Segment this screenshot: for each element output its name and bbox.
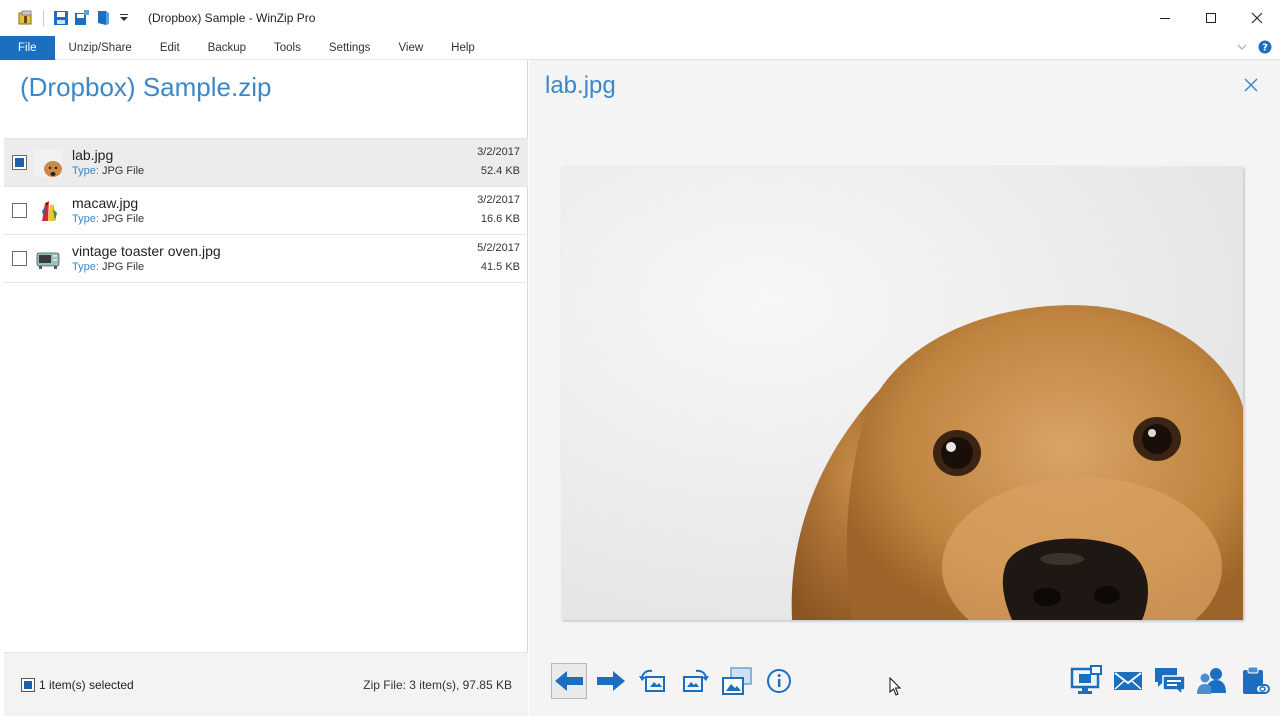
im-share-icon: [1155, 668, 1186, 697]
help-icon[interactable]: ?: [1258, 40, 1272, 57]
file-list: lab.jpg Type: JPG File 3/2/2017 52.4 KB …: [4, 138, 528, 283]
zip-file-info: Zip File: 3 item(s), 97.85 KB: [363, 678, 512, 692]
archive-pane: (Dropbox) Sample.zip lab.jpg Type: JPG F…: [4, 60, 528, 716]
preview-toolbar: [551, 663, 797, 699]
file-type-value: JPG File: [101, 165, 145, 177]
mouse-cursor-icon: [889, 676, 903, 700]
maximize-button[interactable]: [1188, 0, 1234, 36]
window-title: (Dropbox) Sample - WinZip Pro: [148, 11, 316, 25]
menu-backup[interactable]: Backup: [194, 36, 260, 60]
file-type-value: JPG File: [101, 261, 145, 273]
selection-indicator-icon: [21, 678, 35, 692]
maximize-icon: [1206, 13, 1216, 23]
preview-title: lab.jpg: [545, 72, 616, 99]
menu-edit[interactable]: Edit: [146, 36, 194, 60]
file-row-vintage-toaster-oven[interactable]: vintage toaster oven.jpg Type: JPG File …: [4, 235, 528, 283]
set-wallpaper-button[interactable]: [719, 663, 755, 699]
next-image-button[interactable]: [593, 663, 629, 699]
contacts-icon: [1197, 668, 1226, 694]
previous-image-button[interactable]: [551, 663, 587, 699]
status-bar: 1 item(s) selected Zip File: 3 item(s), …: [4, 652, 528, 716]
file-type-label: Type:: [72, 165, 99, 177]
file-type-label: Type:: [72, 261, 99, 273]
file-thumbnail-icon: [34, 245, 62, 273]
file-size: 16.6 KB: [480, 213, 520, 225]
rotate-right-icon: [683, 669, 709, 692]
menu-view[interactable]: View: [384, 36, 437, 60]
preview-pane: lab.jpg: [529, 60, 1276, 716]
menu-unzip-share[interactable]: Unzip/Share: [55, 36, 146, 60]
menu-right-controls: ?: [1236, 36, 1272, 60]
title-bar: (Dropbox) Sample - WinZip Pro: [0, 0, 1280, 36]
email-button[interactable]: [1110, 663, 1146, 699]
toolbar-separator: [43, 10, 44, 26]
share-screen-button[interactable]: [1068, 663, 1104, 699]
rotate-left-icon: [639, 669, 665, 692]
file-type-value: JPG File: [101, 213, 145, 225]
file-thumbnail-icon: [34, 149, 62, 177]
file-checkbox[interactable]: [12, 155, 27, 170]
file-checkbox[interactable]: [12, 251, 27, 266]
file-date: 5/2/2017: [477, 242, 520, 254]
vertical-scrollbar[interactable]: [1276, 60, 1280, 716]
set-wallpaper-icon: [722, 667, 752, 695]
save-as-icon[interactable]: [74, 10, 90, 26]
file-type-label: Type:: [72, 213, 99, 225]
file-name: vintage toaster oven.jpg: [72, 243, 221, 259]
close-icon: [1251, 12, 1263, 24]
menu-tools[interactable]: Tools: [260, 36, 315, 60]
customize-toolbar-dropdown-icon[interactable]: [116, 10, 132, 26]
email-icon: [1114, 672, 1142, 690]
winzip-app-icon[interactable]: [18, 10, 34, 26]
info-icon: [767, 669, 791, 693]
file-date: 3/2/2017: [477, 146, 520, 158]
archive-title: (Dropbox) Sample.zip: [20, 72, 272, 102]
file-type: Type: JPG File: [72, 213, 144, 225]
svg-text:?: ?: [1262, 42, 1268, 53]
menu-bar: File Unzip/Share Edit Backup Tools Setti…: [0, 35, 1280, 60]
minimize-icon: [1160, 18, 1170, 19]
share-toolbar: [1068, 663, 1272, 699]
close-button[interactable]: [1234, 0, 1280, 36]
puppy-photo: [562, 167, 1243, 620]
arrow-right-icon: [597, 671, 625, 691]
file-name: lab.jpg: [72, 147, 114, 163]
image-info-button[interactable]: [761, 663, 797, 699]
file-row-macaw[interactable]: macaw.jpg Type: JPG File 3/2/2017 16.6 K…: [4, 187, 528, 235]
file-date: 3/2/2017: [477, 194, 520, 206]
image-preview: [562, 167, 1243, 620]
minimize-button[interactable]: [1142, 0, 1188, 36]
file-size: 41.5 KB: [480, 261, 520, 273]
instant-message-button[interactable]: [1152, 663, 1188, 699]
file-checkbox[interactable]: [12, 203, 27, 218]
window-controls: [1142, 0, 1280, 36]
file-name: macaw.jpg: [72, 195, 139, 211]
file-row-lab[interactable]: lab.jpg Type: JPG File 3/2/2017 52.4 KB: [4, 139, 528, 187]
share-screen-icon: [1070, 665, 1102, 694]
selection-status: 1 item(s) selected: [39, 678, 134, 692]
menu-file[interactable]: File: [0, 35, 55, 60]
clipboard-button[interactable]: [1236, 663, 1272, 699]
file-thumbnail-icon: [34, 197, 62, 225]
quick-access-toolbar: [0, 10, 132, 26]
rotate-left-button[interactable]: [635, 663, 671, 699]
collapse-ribbon-icon[interactable]: [1236, 41, 1248, 56]
menu-settings[interactable]: Settings: [315, 36, 385, 60]
save-icon[interactable]: [53, 10, 69, 26]
clipboard-icon: [1243, 666, 1270, 694]
file-type: Type: JPG File: [72, 165, 144, 177]
arrow-left-icon: [555, 671, 583, 691]
close-preview-button[interactable]: [1240, 74, 1262, 96]
file-size: 52.4 KB: [480, 165, 520, 177]
menu-help[interactable]: Help: [437, 36, 489, 60]
close-icon: [1244, 78, 1258, 92]
file-type: Type: JPG File: [72, 261, 144, 273]
rotate-right-button[interactable]: [677, 663, 713, 699]
open-icon[interactable]: [95, 10, 111, 26]
contacts-button[interactable]: [1194, 663, 1230, 699]
